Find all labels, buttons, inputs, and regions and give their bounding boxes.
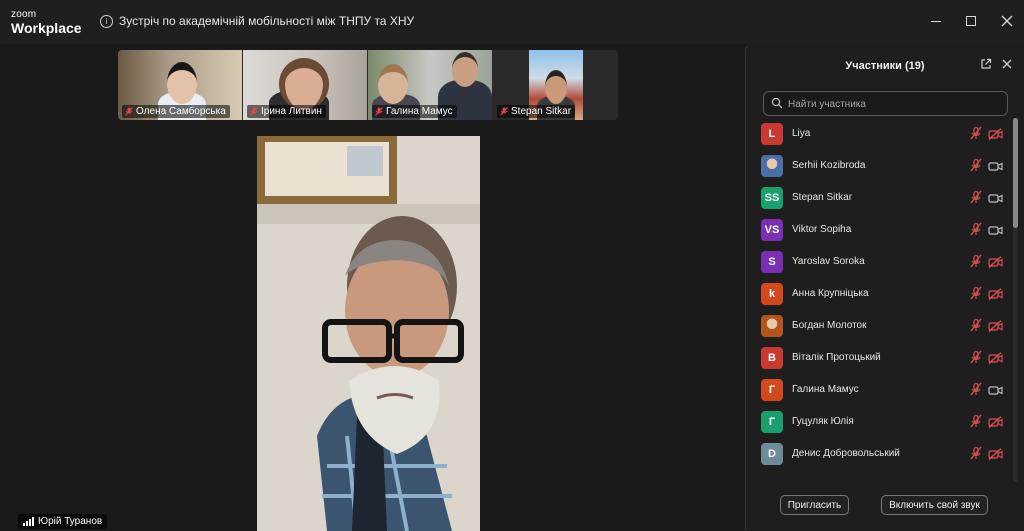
- mic-muted-icon: [375, 107, 383, 116]
- mic-muted-icon[interactable]: [969, 382, 983, 396]
- participant-avatar: [761, 315, 783, 337]
- mic-muted-icon[interactable]: [969, 158, 983, 172]
- mic-muted-icon[interactable]: [969, 254, 983, 268]
- main-speaker-video[interactable]: [257, 136, 480, 531]
- video-off-icon[interactable]: [988, 447, 1003, 460]
- participant-name: Галина Мамус: [792, 384, 859, 395]
- participant-name: Yaroslav Soroka: [792, 256, 865, 267]
- active-speaker-tag: Юрій Туранов: [18, 514, 108, 529]
- thumbnail-name-tag: Stepan Sitkar: [497, 105, 576, 118]
- mic-muted-icon[interactable]: [969, 286, 983, 300]
- participant-search-input[interactable]: [786, 94, 1000, 114]
- participant-avatar: k: [761, 283, 783, 305]
- participant-avatar: L: [761, 123, 783, 145]
- participant-avatar: D: [761, 443, 783, 465]
- participant-name: Viktor Sopiha: [792, 224, 852, 235]
- participant-row[interactable]: В Віталік Протоцький: [746, 342, 1008, 374]
- video-off-icon[interactable]: [988, 415, 1003, 428]
- participant-row[interactable]: Serhii Kozibroda: [746, 150, 1008, 182]
- video-thumbnail[interactable]: Галина Мамус: [368, 50, 492, 120]
- connection-signal-icon: [23, 517, 34, 526]
- participant-list: L Liya Serhii Kozibroda SS Stepan Sitkar VS Vi…: [746, 118, 1024, 482]
- video-icon[interactable]: [988, 383, 1003, 395]
- video-thumbnail-strip: Олена Самборська Ірина Литвин Галина Мам…: [118, 50, 618, 120]
- participant-name: Serhii Kozibroda: [792, 160, 866, 171]
- thumbnail-name-tag: Ірина Литвин: [247, 105, 326, 118]
- participant-name: Гуцуляк Юлія: [792, 416, 854, 427]
- zoom-logo: zoom Workplace: [11, 9, 82, 36]
- participant-avatar: Г: [761, 379, 783, 401]
- join-audio-button[interactable]: Включить свой звук: [881, 495, 988, 515]
- participant-avatar: Г: [761, 411, 783, 433]
- participant-row[interactable]: SS Stepan Sitkar: [746, 182, 1008, 214]
- participant-list-scrollbar[interactable]: [1013, 118, 1018, 482]
- video-thumbnail[interactable]: Олена Самборська: [118, 50, 242, 120]
- participant-row[interactable]: Г Галина Мамус: [746, 374, 1008, 406]
- thumbnail-name-tag: Галина Мамус: [372, 105, 457, 118]
- search-icon: [771, 97, 783, 109]
- logo-workplace-text: Workplace: [11, 20, 82, 36]
- minimize-button[interactable]: [927, 12, 945, 30]
- participant-name: Liya: [792, 128, 811, 139]
- mic-muted-icon[interactable]: [969, 126, 983, 140]
- participant-name: Денис Добровольський: [792, 448, 900, 459]
- video-off-icon[interactable]: [988, 255, 1003, 268]
- active-speaker-name: Юрій Туранов: [38, 516, 103, 527]
- participant-row[interactable]: k Анна Крупніцька: [746, 278, 1008, 310]
- maximize-button[interactable]: [962, 12, 980, 30]
- video-icon[interactable]: [988, 223, 1003, 235]
- participant-row[interactable]: VS Viktor Sopiha: [746, 214, 1008, 246]
- meeting-title-text: Зустріч по академічній мобільності між Т…: [119, 14, 415, 28]
- thumbnail-name-tag: Олена Самборська: [122, 105, 230, 118]
- thumbnail-name: Stepan Sitkar: [511, 106, 572, 117]
- video-off-icon[interactable]: [988, 319, 1003, 332]
- scrollbar-thumb[interactable]: [1013, 118, 1018, 228]
- info-icon[interactable]: i: [100, 14, 113, 28]
- participant-row[interactable]: L Liya: [746, 118, 1008, 150]
- participant-row[interactable]: Богдан Молоток: [746, 310, 1008, 342]
- close-panel-icon[interactable]: [1002, 59, 1012, 69]
- close-icon: [1001, 15, 1013, 27]
- participant-name: Богдан Молоток: [792, 320, 867, 331]
- title-bar: zoom Workplace i Зустріч по академічній …: [0, 0, 1024, 44]
- participant-name: Stepan Sitkar: [792, 192, 853, 203]
- mic-muted-icon[interactable]: [969, 190, 983, 204]
- participant-avatar: VS: [761, 219, 783, 241]
- video-icon[interactable]: [988, 159, 1003, 171]
- invite-button[interactable]: Пригласить: [780, 495, 849, 515]
- mic-muted-icon[interactable]: [969, 350, 983, 364]
- participants-panel: Участники (19) LLiyaSerhii KozibrodaSSSt…: [745, 44, 1024, 530]
- speaker-video-image: [257, 136, 480, 531]
- participant-avatar: В: [761, 347, 783, 369]
- meeting-title[interactable]: i Зустріч по академічній мобільності між…: [100, 14, 414, 28]
- participant-row[interactable]: Г Гуцуляк Юлія: [746, 406, 1008, 438]
- participant-name: Анна Крупніцька: [792, 288, 869, 299]
- mic-muted-icon[interactable]: [969, 446, 983, 460]
- participant-row[interactable]: S Yaroslav Soroka: [746, 246, 1008, 278]
- participant-avatar: [761, 155, 783, 177]
- video-icon[interactable]: [988, 191, 1003, 203]
- thumbnail-name: Галина Мамус: [386, 106, 453, 117]
- participant-name: Віталік Протоцький: [792, 352, 881, 363]
- close-window-button[interactable]: [998, 12, 1016, 30]
- mic-muted-icon: [250, 107, 258, 116]
- video-thumbnail[interactable]: Ірина Литвин: [243, 50, 367, 120]
- participant-row[interactable]: D Денис Добровольський: [746, 438, 1008, 470]
- participant-avatar: S: [761, 251, 783, 273]
- video-thumbnail[interactable]: Stepan Sitkar: [493, 50, 617, 120]
- video-off-icon[interactable]: [988, 351, 1003, 364]
- thumbnail-name: Олена Самборська: [136, 106, 226, 117]
- mic-muted-icon[interactable]: [969, 222, 983, 236]
- mic-muted-icon: [125, 107, 133, 116]
- participant-search[interactable]: [763, 91, 1008, 116]
- logo-zoom-text: zoom: [11, 9, 37, 20]
- video-off-icon[interactable]: [988, 127, 1003, 140]
- mic-muted-icon: [500, 107, 508, 116]
- popout-icon[interactable]: [980, 58, 992, 70]
- mic-muted-icon[interactable]: [969, 414, 983, 428]
- mic-muted-icon[interactable]: [969, 318, 983, 332]
- participant-avatar: SS: [761, 187, 783, 209]
- video-off-icon[interactable]: [988, 287, 1003, 300]
- thumbnail-name: Ірина Литвин: [261, 106, 322, 117]
